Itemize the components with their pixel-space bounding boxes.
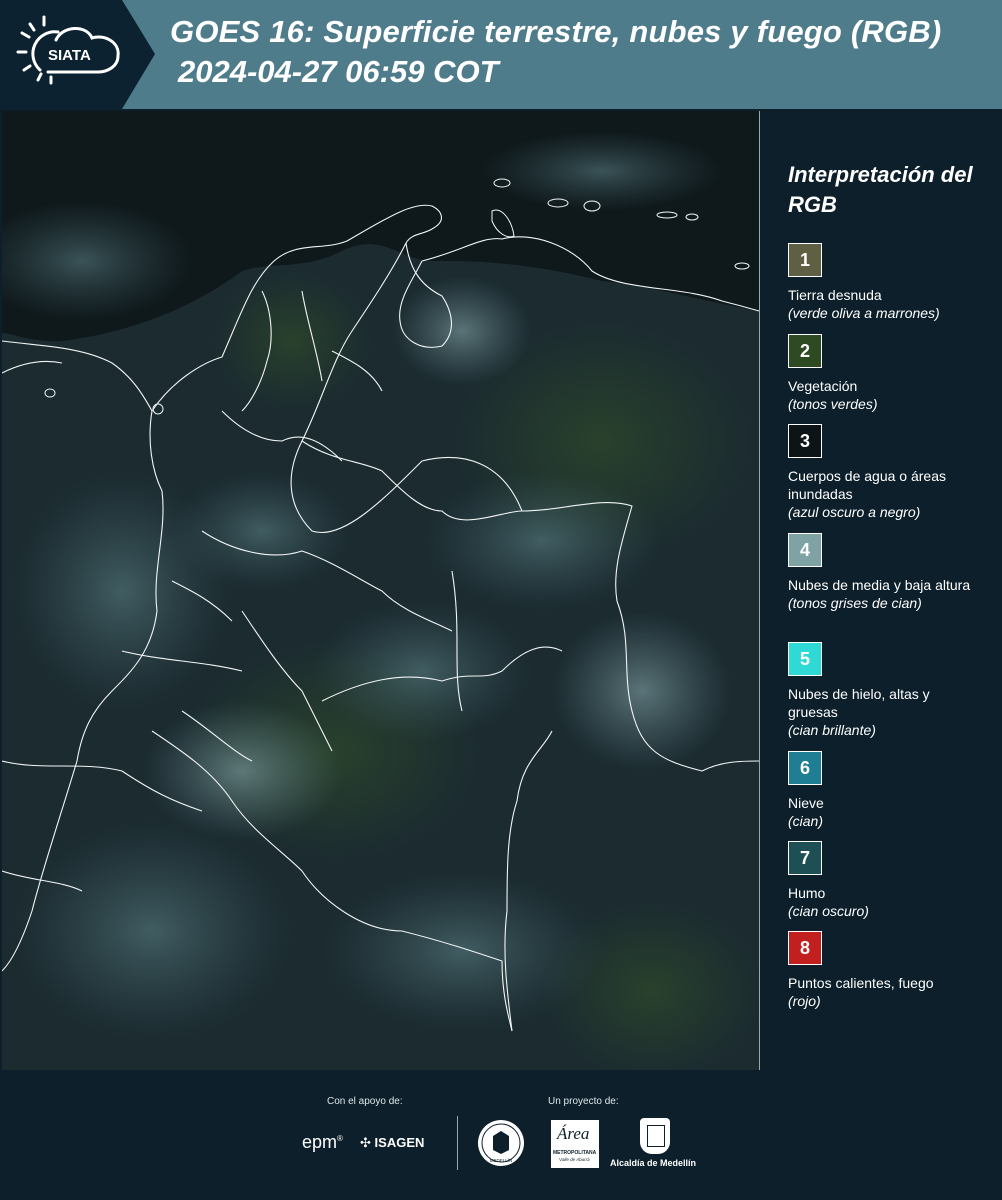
legend-swatch-3: 3: [788, 424, 822, 458]
legend-swatch-7: 7: [788, 841, 822, 875]
footer-divider: [457, 1116, 458, 1170]
legend-label-2: Vegetación: [788, 378, 858, 394]
isagen-logo: ✣ ISAGEN: [360, 1135, 424, 1151]
legend-label-4: Nubes de media y baja altura: [788, 577, 971, 593]
legend-note-6: (cian): [788, 813, 824, 829]
legend-note-3: (azul oscuro a negro): [788, 504, 921, 520]
header: SIATA GOES 16: Superficie terrestre, nub…: [0, 0, 1002, 109]
legend-note-8: (rojo): [788, 993, 821, 1009]
page-title: GOES 16: Superficie terrestre, nubes y f…: [170, 14, 942, 49]
legend-note-2: (tonos verdes): [788, 396, 878, 412]
project-caption: Un proyecto de:: [548, 1096, 619, 1107]
legend-title: Interpretación del RGB: [788, 162, 973, 217]
area-metropolitana-logo: Área METROPOLITANA Valle de Aburrá: [551, 1120, 599, 1168]
timestamp: 2024-04-27 06:59 COT: [178, 54, 499, 89]
legend-item-ice-clouds: 5 Nubes de hielo, altas y gruesas (cian …: [788, 642, 978, 739]
legend-note-7: (cian oscuro): [788, 903, 869, 919]
area-logo-sub2: Valle de Aburrá: [559, 1157, 590, 1162]
support-caption: Con el apoyo de:: [327, 1096, 403, 1107]
epm-logo-text: epm: [302, 1132, 338, 1152]
legend-item-fire: 8 Puntos calientes, fuego (rojo): [788, 931, 978, 1010]
legend-swatch-8: 8: [788, 931, 822, 965]
legend-label-1: Tierra desnuda: [788, 287, 882, 303]
legend-swatch-4: 4: [788, 533, 822, 567]
legend-label-5: Nubes de hielo, altas y gruesas: [788, 686, 930, 720]
legend-note-5: (cian brillante): [788, 722, 876, 738]
footer: Con el apoyo de: Un proyecto de: epm® ✣ …: [0, 1072, 1002, 1200]
legend-item-snow: 6 Nieve (cian): [788, 751, 978, 830]
legend-item-bare-soil: 1 Tierra desnuda (verde oliva a marrones…: [788, 243, 978, 322]
legend-note-1: (verde oliva a marrones): [788, 305, 940, 321]
legend-label-3: Cuerpos de agua o áreas inundadas: [788, 468, 946, 502]
isagen-logo-text: ISAGEN: [374, 1135, 425, 1150]
legend-label-7: Humo: [788, 885, 826, 901]
area-logo-sub: METROPOLITANA: [553, 1150, 597, 1156]
alcaldia-logo-text: Alcaldía de Medellín: [610, 1158, 697, 1168]
legend-label-8: Puntos calientes, fuego: [788, 975, 934, 991]
legend-note-4: (tonos grises de cian): [788, 595, 922, 611]
legend: Interpretación del RGB 1 Tierra desnuda …: [774, 160, 994, 1009]
area-logo-text: Área: [557, 1124, 590, 1143]
legend-swatch-2: 2: [788, 334, 822, 368]
legend-swatch-1: 1: [788, 243, 822, 277]
legend-swatch-5: 5: [788, 642, 822, 676]
legend-label-6: Nieve: [788, 795, 824, 811]
isagen-icon: ✣: [360, 1135, 371, 1150]
satellite-map[interactable]: [2, 111, 760, 1070]
university-seal-icon: MEDELLÍN: [478, 1120, 524, 1166]
legend-item-smoke: 7 Humo (cian oscuro): [788, 841, 978, 920]
legend-item-water: 3 Cuerpos de agua o áreas inundadas (azu…: [788, 424, 978, 521]
logo-text: SIATA: [48, 47, 91, 64]
legend-swatch-6: 6: [788, 751, 822, 785]
siata-logo: SIATA: [0, 0, 155, 109]
epm-logo: epm®: [302, 1132, 343, 1152]
legend-item-vegetation: 2 Vegetación (tonos verdes): [788, 334, 978, 413]
medellin-shield-icon: [640, 1118, 670, 1154]
seal-text: MEDELLÍN: [490, 1157, 513, 1163]
legend-item-low-clouds: 4 Nubes de media y baja altura (tonos gr…: [788, 533, 978, 612]
